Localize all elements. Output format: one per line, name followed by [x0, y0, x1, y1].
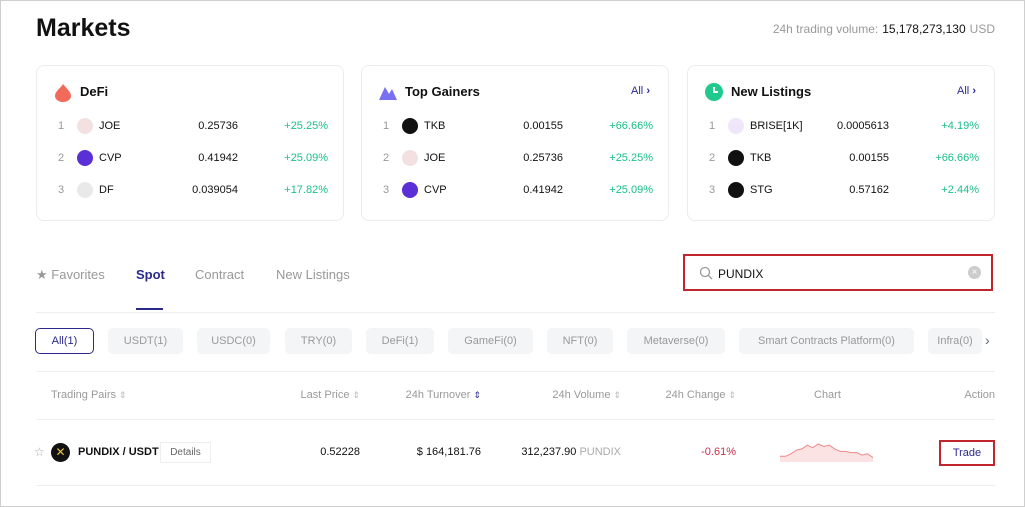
list-item[interactable]: 2 JOE 0.25736 +25.25%	[362, 150, 668, 172]
tab-contract[interactable]: Contract	[195, 267, 244, 282]
list-item[interactable]: 3 DF 0.039054 +17.82%	[37, 182, 343, 204]
coin-icon	[77, 118, 93, 134]
filter-chip[interactable]: Smart Contracts Platform(0)	[739, 328, 914, 354]
filter-chip[interactable]: All(1)	[35, 328, 94, 354]
page-title: Markets	[36, 14, 131, 42]
coin-icon	[77, 150, 93, 166]
list-item[interactable]: 3 CVP 0.41942 +25.09%	[362, 182, 668, 204]
coin-icon	[728, 150, 744, 166]
filter-chip[interactable]: USDC(0)	[197, 328, 270, 354]
header-trading-pairs[interactable]: Trading Pairs ⇕	[51, 389, 127, 401]
filter-chip[interactable]: GameFi(0)	[448, 328, 533, 354]
last-price: 0.52228	[320, 446, 360, 458]
card-defi: DeFi 1 JOE 0.25736 +25.25% 2 CVP 0.41942…	[36, 65, 344, 221]
list-item[interactable]: 2 TKB 0.00155 +66.66%	[688, 150, 994, 172]
tab-new-listings[interactable]: New Listings	[276, 267, 350, 282]
sparkline-area	[780, 444, 873, 462]
clock-icon	[704, 82, 724, 102]
header-change[interactable]: 24h Change ⇕	[666, 389, 737, 401]
flame-icon	[53, 82, 73, 102]
filter-chip[interactable]: Infra(0)	[928, 328, 982, 354]
divider	[36, 371, 995, 372]
coin-icon	[728, 118, 744, 134]
list-item[interactable]: 2 CVP 0.41942 +25.09%	[37, 150, 343, 172]
star-icon[interactable]: ☆	[34, 445, 45, 459]
active-tab-indicator	[136, 308, 163, 310]
card-top-gainers: Top Gainers All › 1 TKB 0.00155 +66.66% …	[361, 65, 669, 221]
volume: 312,237.90 PUNDIX	[521, 446, 621, 458]
filter-chip[interactable]: Metaverse(0)	[627, 328, 725, 354]
header-chart: Chart	[814, 389, 841, 401]
tab-spot[interactable]: Spot	[136, 267, 165, 282]
filter-chip[interactable]: TRY(0)	[285, 328, 352, 354]
list-item[interactable]: 1 TKB 0.00155 +66.66%	[362, 118, 668, 140]
sparkline-chart	[780, 443, 874, 462]
turnover: $ 164,181.76	[416, 446, 481, 458]
clear-icon[interactable]: ×	[968, 266, 981, 279]
all-link[interactable]: All ›	[631, 85, 650, 97]
header-last-price[interactable]: Last Price ⇕	[301, 389, 360, 401]
list-item[interactable]: 3 STG 0.57162 +2.44%	[688, 182, 994, 204]
list-item[interactable]: 1 JOE 0.25736 +25.25%	[37, 118, 343, 140]
tab-favorites[interactable]: ★ Favorites	[36, 267, 105, 283]
change: -0.61%	[701, 446, 736, 458]
coin-icon	[402, 118, 418, 134]
filter-chip[interactable]: NFT(0)	[547, 328, 613, 354]
trade-button[interactable]: Trade	[939, 440, 995, 466]
trading-volume: 24h trading volume: 15,178,273,130 USD	[772, 22, 995, 36]
coin-icon	[402, 150, 418, 166]
chevron-right-icon[interactable]: ›	[985, 332, 990, 348]
divider	[36, 485, 995, 486]
all-link[interactable]: All ›	[957, 85, 976, 97]
search-icon	[699, 266, 713, 280]
filter-chip[interactable]: USDT(1)	[108, 328, 183, 354]
pundix-coin-icon: ✕	[51, 443, 70, 462]
coin-icon	[402, 182, 418, 198]
coin-icon	[77, 182, 93, 198]
header-turnover[interactable]: 24h Turnover ⇕	[406, 389, 481, 401]
divider	[36, 312, 995, 313]
list-item[interactable]: 1 BRISE[1K] 0.0005613 +4.19%	[688, 118, 994, 140]
search-input[interactable]: PUNDIX ×	[683, 254, 993, 291]
details-button[interactable]: Details	[160, 442, 211, 463]
header-action: Action	[964, 389, 995, 401]
coin-icon	[728, 182, 744, 198]
filter-chip[interactable]: DeFi(1)	[366, 328, 434, 354]
pair-name[interactable]: PUNDIX / USDT	[78, 446, 159, 458]
mountain-icon	[378, 82, 398, 102]
header-volume[interactable]: 24h Volume ⇕	[552, 389, 621, 401]
card-new-listings: New Listings All › 1 BRISE[1K] 0.0005613…	[687, 65, 995, 221]
divider	[36, 419, 995, 420]
